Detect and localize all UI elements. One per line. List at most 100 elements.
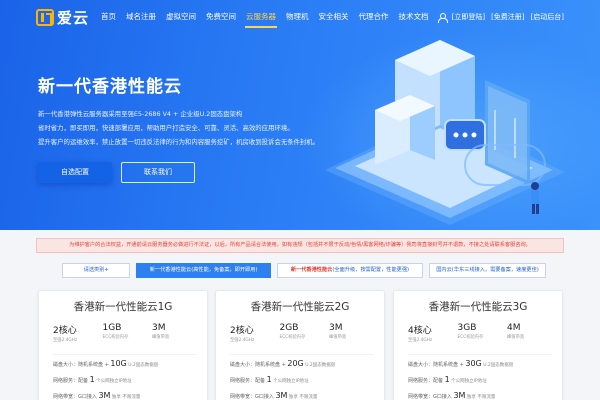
nav-item-agency[interactable]: 代理合作 bbox=[354, 0, 394, 34]
line-text: 个公网独立IP地址 bbox=[94, 379, 132, 384]
login-link[interactable]: [立即登陆] bbox=[452, 12, 485, 22]
spec-label: ECC校验内存 bbox=[457, 335, 484, 340]
nav-item-hosting[interactable]: 虚拟空间 bbox=[161, 0, 201, 34]
nav-item-cloud-server[interactable]: 云服务器 bbox=[241, 0, 281, 34]
spec-label: 峰值带宽 bbox=[329, 335, 347, 340]
line-text: 网络服务：配备 bbox=[408, 378, 445, 384]
nav-item-domain[interactable]: 域名注册 bbox=[121, 0, 161, 34]
line-text: U.2固态数据盘 bbox=[126, 363, 159, 368]
spec-value: 2核心 bbox=[230, 326, 254, 336]
logo[interactable]: 爱云 bbox=[36, 8, 90, 27]
spec-memory: 3GB ECC校验内存 bbox=[458, 323, 503, 343]
spec-bandwidth: 3M 峰值带宽 bbox=[152, 323, 197, 343]
line-value: 10G bbox=[110, 359, 127, 368]
line-value: 3M bbox=[453, 391, 466, 400]
spec-value: 1GB bbox=[102, 323, 122, 333]
nav-item-physical[interactable]: 物理机 bbox=[281, 0, 314, 34]
card-title: 香港新一代性能云1G bbox=[73, 301, 173, 313]
legal-notice-banner: 为维护客户的合法权益，开通前请云服务器务必做进行不法证，以后，所有产品请合法使用… bbox=[36, 238, 564, 253]
card-divider bbox=[230, 354, 374, 355]
nav-account-links: [立即登陆] [免费注册] [启动后台] bbox=[437, 0, 564, 34]
product-card-3g[interactable]: 香港新一代性能云3G 4核心至强2.4GHz 3GB ECC校验内存 4M 峰值带宽… bbox=[393, 290, 563, 400]
tab-label: 国内云(华东三线接入，需要备案，速度更佳) bbox=[436, 267, 539, 273]
product-card-1g[interactable]: 香港新一代性能云1G 2核心 至强2.4GHz 1GB ECC校验内存 3M 峰值带宽… bbox=[38, 290, 208, 400]
line-text: U.2固态数据盘 bbox=[303, 363, 336, 368]
spec-value: 4核心 bbox=[408, 326, 432, 336]
hero-desc-line: 新一代香港弹性云服务器采用至强E5-2686 V4 + 企业级U.2固态盘架构 bbox=[38, 110, 243, 118]
spec-label: ECC校验内存 bbox=[279, 335, 306, 340]
spec-value: 3M bbox=[152, 323, 166, 333]
contact-us-button[interactable]: 联系我们 bbox=[121, 162, 195, 183]
line-value: 20G bbox=[287, 359, 304, 368]
line-text: 个公网独立IP地址 bbox=[449, 379, 487, 384]
card-ip-line: 网络服务：配备 1 个公网独立IP地址 bbox=[230, 375, 374, 384]
register-link[interactable]: [免费注册] bbox=[491, 12, 524, 22]
tab-hk-performance-cloud-new[interactable]: 新一代香港性能云(全面升级，按需配置，性能更强) bbox=[276, 263, 424, 278]
nav-item-docs[interactable]: 技术文档 bbox=[394, 0, 434, 34]
card-title: 香港新一代性能云3G bbox=[428, 301, 528, 313]
card-specs: 2核心 至强2.4GHz 1GB ECC校验内存 3M 峰值带宽 bbox=[53, 323, 197, 343]
line-text: 磁盘大小：随机系统盘 + bbox=[53, 362, 111, 368]
user-icon bbox=[437, 12, 448, 23]
hero-desc-line: 省时省力，即买即用，快速部署应用，帮助用户打造安全、可靠、灵活、高效的应用环境。 bbox=[38, 124, 294, 132]
tab-select-category[interactable]: 请选类别+ bbox=[62, 263, 131, 278]
logo-text: 爱云 bbox=[57, 8, 90, 27]
spec-label: 峰值带宽 bbox=[507, 335, 525, 340]
tab-hk-performance-cloud[interactable]: 新一代香港性能云(高性能，免备案，即开即用) bbox=[136, 263, 271, 278]
top-nav: 爱云 首页 域名注册 虚拟空间 免费空间 云服务器 物理机 安全相关 代理合作 … bbox=[0, 0, 600, 34]
product-card-2g[interactable]: 香港新一代性能云2G 2核心至强2.4GHz 2GB ECC校验内存 3M 峰值带宽… bbox=[215, 290, 385, 400]
spec-memory: 1GB ECC校验内存 bbox=[103, 323, 148, 343]
spec-cpu: 4核心至强2.4GHz bbox=[408, 323, 453, 343]
spec-cpu: 2核心 至强2.4GHz bbox=[53, 323, 98, 343]
server-illustration bbox=[325, 40, 565, 225]
nav-menu: 首页 域名注册 虚拟空间 免费空间 云服务器 物理机 安全相关 代理合作 技术文… bbox=[96, 0, 434, 34]
card-divider bbox=[408, 354, 552, 355]
console-link[interactable]: [启动后台] bbox=[531, 12, 564, 22]
card-disk-line: 磁盘大小：随机系统盘 + 10G U.2固态数据盘 bbox=[53, 359, 197, 368]
card-bandwidth-line: 网络带宽：G口接入 3M 独享 不限流量 bbox=[230, 391, 374, 400]
tab-label-highlight: 新一代香港性能云 bbox=[290, 267, 333, 273]
hero-banner: 爱云 首页 域名注册 虚拟空间 免费空间 云服务器 物理机 安全相关 代理合作 … bbox=[0, 0, 600, 230]
tab-label: 新一代香港性能云(高性能，免备案，即开即用) bbox=[149, 267, 258, 273]
card-disk-line: 磁盘大小：随机系统盘 + 30G U.2固态数据盘 bbox=[408, 359, 552, 368]
card-ip-line: 网络服务：配备 1 个公网独立IP地址 bbox=[53, 375, 197, 384]
nav-item-security[interactable]: 安全相关 bbox=[314, 0, 354, 34]
nav-item-home[interactable]: 首页 bbox=[96, 0, 121, 34]
spec-value: 3M bbox=[329, 323, 343, 333]
spec-label: 至强2.4GHz bbox=[408, 338, 433, 343]
line-value: 30G bbox=[465, 359, 482, 368]
line-text: 独享 不限流量 bbox=[465, 395, 496, 400]
spec-value: 3GB bbox=[457, 323, 477, 333]
logo-icon bbox=[36, 8, 54, 26]
hero-title: 新一代香港性能云 bbox=[38, 77, 182, 97]
spec-value: 2核心 bbox=[53, 326, 77, 336]
card-ip-line: 网络服务：配备 1 个公网独立IP地址 bbox=[408, 375, 552, 384]
line-value: 3M bbox=[275, 391, 288, 400]
line-text: 独享 不限流量 bbox=[110, 395, 141, 400]
spec-bandwidth: 4M 峰值带宽 bbox=[507, 323, 552, 343]
tab-label: 请选类别+ bbox=[83, 267, 109, 273]
spec-label: ECC校验内存 bbox=[102, 335, 129, 340]
line-text: 网络服务：配备 bbox=[53, 378, 90, 384]
spec-label: 至强2.4GHz bbox=[230, 338, 255, 343]
card-title: 香港新一代性能云2G bbox=[250, 301, 350, 313]
line-text: U.2固态数据盘 bbox=[481, 363, 514, 368]
line-text: 磁盘大小：随机系统盘 + bbox=[408, 362, 466, 368]
spec-label: 峰值带宽 bbox=[152, 335, 170, 340]
line-text: 独享 不限流量 bbox=[287, 395, 318, 400]
hero-description: 新一代香港弹性云服务器采用至强E5-2686 V4 + 企业级U.2固态盘架构 … bbox=[38, 107, 338, 149]
spec-memory: 2GB ECC校验内存 bbox=[280, 323, 325, 343]
card-specs: 4核心至强2.4GHz 3GB ECC校验内存 4M 峰值带宽 bbox=[408, 323, 552, 343]
line-text: 网络服务：配备 bbox=[230, 378, 267, 384]
tab-domestic-cloud[interactable]: 国内云(华东三线接入，需要备案，速度更佳) bbox=[429, 263, 547, 278]
nav-item-free-hosting[interactable]: 免费空间 bbox=[201, 0, 241, 34]
line-text: 磁盘大小：随机系统盘 + bbox=[230, 362, 288, 368]
spec-bandwidth: 3M 峰值带宽 bbox=[329, 323, 374, 343]
line-value: 3M bbox=[98, 391, 111, 400]
line-text: 网络带宽：G口接入 bbox=[408, 394, 454, 400]
custom-config-button[interactable]: 自选配置 bbox=[38, 162, 112, 183]
spec-value: 2GB bbox=[279, 323, 299, 333]
category-tabs: 请选类别+ 新一代香港性能云(高性能，免备案，即开即用) 新一代香港性能云(全面… bbox=[62, 263, 547, 278]
line-text: 个公网独立IP地址 bbox=[271, 379, 309, 384]
card-specs: 2核心至强2.4GHz 2GB ECC校验内存 3M 峰值带宽 bbox=[230, 323, 374, 343]
